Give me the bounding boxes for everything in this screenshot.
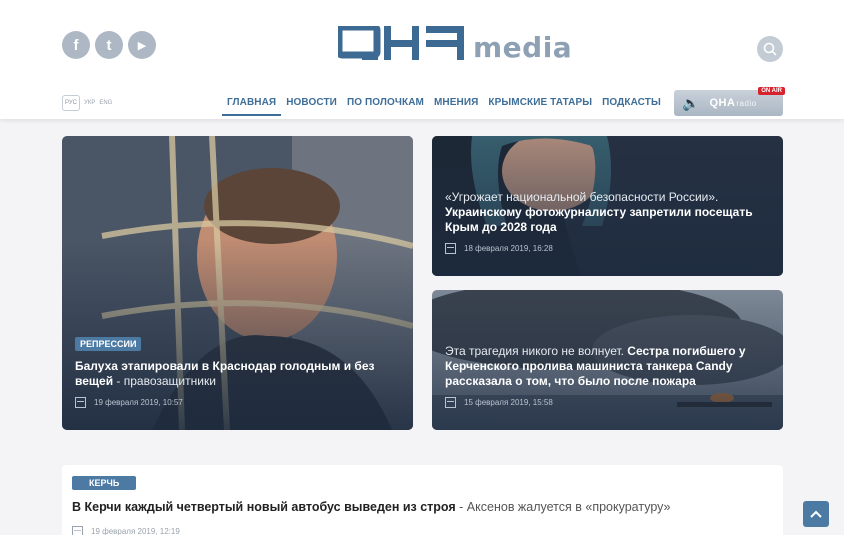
lang-uk[interactable]: УКР xyxy=(84,100,95,106)
speaker-icon: 🔈 xyxy=(682,94,700,111)
search-button[interactable] xyxy=(757,36,783,62)
publish-date: 15 февраля 2019, 15:58 xyxy=(445,397,770,408)
twitter-icon[interactable]: t xyxy=(95,31,123,59)
calendar-icon xyxy=(75,397,86,408)
lang-ru[interactable]: РУС xyxy=(62,95,81,111)
chevron-up-icon xyxy=(810,510,822,518)
qha-logo-mark xyxy=(338,26,464,60)
category-tag[interactable]: РЕПРЕССИИ xyxy=(75,337,142,351)
nav-item-analysis[interactable]: ПО ПОЛОЧКАМ xyxy=(342,94,429,116)
nav-item-main[interactable]: ГЛАВНАЯ xyxy=(222,94,282,116)
side-news-card-2[interactable]: Эта трагедия никого не волнует. Сестра п… xyxy=(432,290,783,430)
radio-player-button[interactable]: 🔈 QHAradio ON AIR xyxy=(674,87,785,116)
nav-item-crimean-tatars[interactable]: КРЫМСКИЕ ТАТАРЫ xyxy=(483,94,597,116)
search-icon xyxy=(763,42,777,56)
publish-date: 19 февраля 2019, 12:19 xyxy=(72,526,180,535)
nav-item-podcasts[interactable]: ПОДКАСТЫ xyxy=(597,94,666,116)
social-links: f t ▶ xyxy=(62,31,156,59)
publish-date: 19 февраля 2019, 10:57 xyxy=(75,397,400,408)
feature-news-card[interactable]: РЕПРЕССИИ Балуха этапировали в Краснодар… xyxy=(62,136,413,430)
logo-media-text: media xyxy=(473,31,573,64)
facebook-icon[interactable]: f xyxy=(62,31,90,59)
calendar-icon xyxy=(72,526,83,535)
site-header: f t ▶ media РУС УКР ENG ГЛАВНАЯ НОВОСТИ … xyxy=(0,0,844,119)
calendar-icon xyxy=(445,243,456,254)
side-news-card-1[interactable]: «Угрожает национальной безопасности Росс… xyxy=(432,136,783,276)
feature-title: Балуха этапировали в Краснодар голодным … xyxy=(75,359,375,388)
site-logo[interactable]: media xyxy=(338,26,572,62)
side-title-1: «Угрожает национальной безопасности Росс… xyxy=(445,190,753,234)
scroll-to-top-button[interactable] xyxy=(803,501,829,527)
on-air-badge: ON AIR xyxy=(758,87,785,95)
nav-item-news[interactable]: НОВОСТИ xyxy=(281,94,342,116)
side-title-2: Эта трагедия никого не волнует. Сестра п… xyxy=(445,344,746,388)
language-switcher: РУС УКР ENG xyxy=(62,95,112,111)
main-nav: ГЛАВНАЯ НОВОСТИ ПО ПОЛОЧКАМ МНЕНИЯ КРЫМС… xyxy=(222,94,666,116)
lang-en[interactable]: ENG xyxy=(99,100,112,106)
news-title-link[interactable]: В Керчи каждый четвертый новый автобус в… xyxy=(72,500,670,514)
news-list-item: КЕРЧЬ В Керчи каждый четвертый новый авт… xyxy=(62,465,783,535)
publish-date: 18 февраля 2019, 16:28 xyxy=(445,243,770,254)
category-tag[interactable]: КЕРЧЬ xyxy=(72,476,137,490)
calendar-icon xyxy=(445,397,456,408)
radio-logo: QHAradio xyxy=(709,97,757,109)
youtube-icon[interactable]: ▶ xyxy=(128,31,156,59)
nav-item-opinions[interactable]: МНЕНИЯ xyxy=(429,94,483,116)
